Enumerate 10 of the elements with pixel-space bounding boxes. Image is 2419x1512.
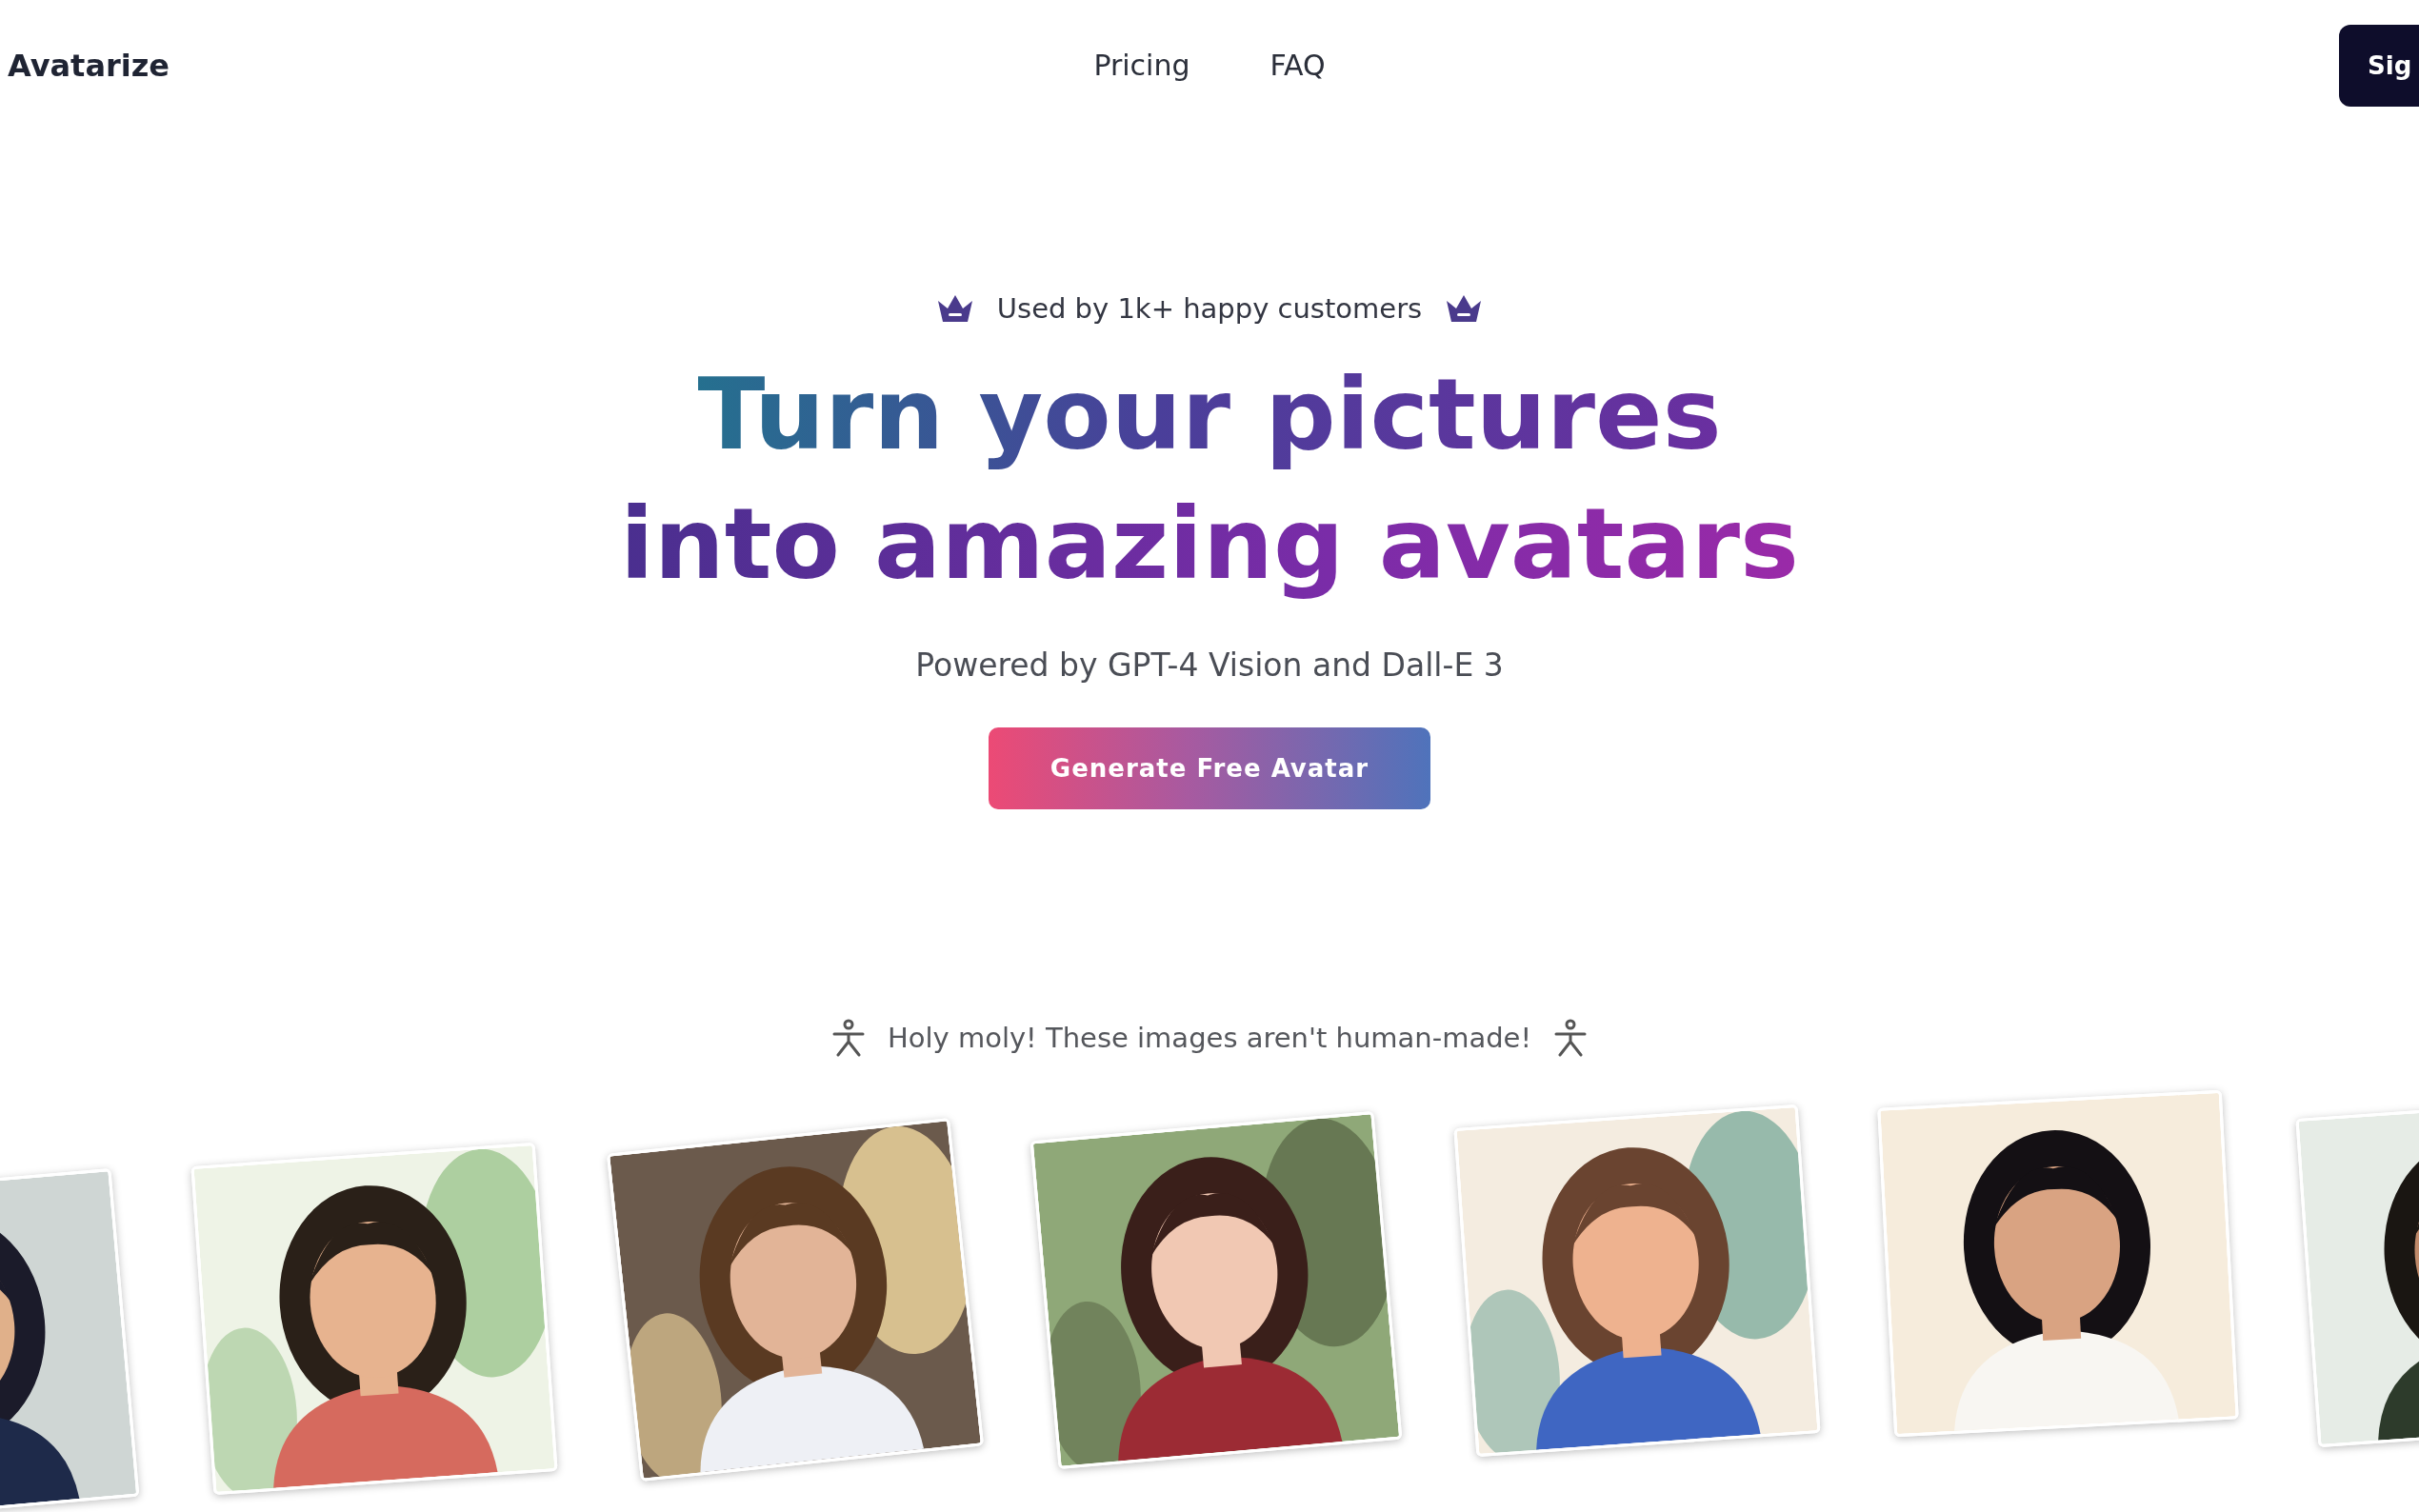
crown-icon: [935, 293, 974, 324]
logo[interactable]: Avatarize: [0, 47, 170, 84]
sign-in-button[interactable]: Sig: [2339, 24, 2419, 107]
nav-link[interactable]: Pricing: [1093, 49, 1190, 82]
generate-avatar-button[interactable]: Generate Free Avatar: [989, 727, 1430, 809]
gallery-caption: Holy moly! These images aren't human-made!: [887, 1022, 1532, 1054]
customers-badge-text: Used by 1k+ happy customers: [996, 292, 1423, 325]
hero-subtitle: Powered by GPT-4 Vision and Dall-E 3: [915, 647, 1504, 684]
nav-link[interactable]: FAQ: [1269, 49, 1326, 82]
crown-icon: [1445, 293, 1484, 324]
